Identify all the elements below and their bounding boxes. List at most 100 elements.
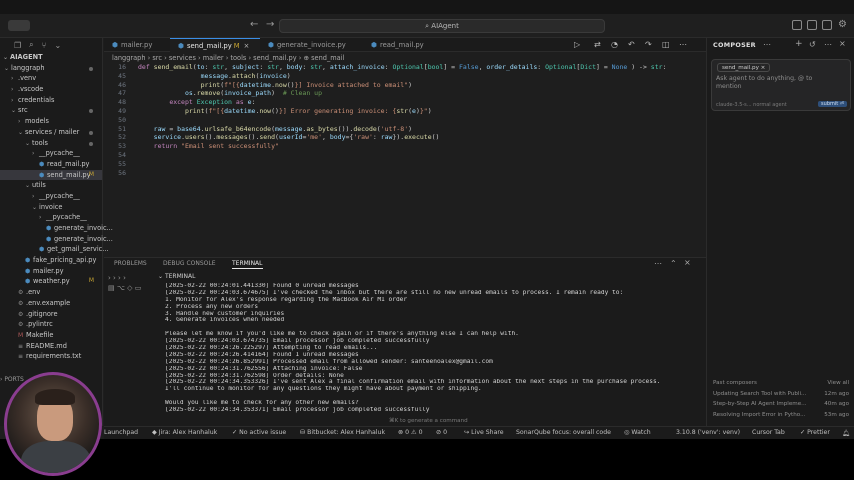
tree-item[interactable]: › __pycache__ bbox=[0, 212, 102, 223]
tree-item[interactable]: ⬢ get_gmail_servic... bbox=[0, 244, 109, 255]
line-number: 54 bbox=[118, 151, 126, 159]
tree-item[interactable]: ⬢ read_mail.py bbox=[0, 159, 102, 170]
gear-icon[interactable]: ⚙ bbox=[838, 19, 847, 30]
bell-icon[interactable]: 🔔︎ bbox=[842, 429, 850, 437]
status-launchpad[interactable]: Launchpad bbox=[104, 429, 138, 436]
status-ports[interactable]: ⊘ 0 bbox=[436, 429, 447, 436]
context-file-chip[interactable]: send_mail.py × bbox=[717, 63, 771, 72]
tree-item[interactable]: ⚙ .gitignore bbox=[0, 309, 102, 320]
tree-item[interactable]: ⚙ .env.example bbox=[0, 298, 102, 309]
more-actions-icon[interactable]: ⋯ bbox=[763, 40, 771, 49]
tab-terminal[interactable]: TERMINAL bbox=[232, 260, 263, 269]
tree-item[interactable]: ⬢ fake_pricing_api.py bbox=[0, 255, 102, 266]
tree-item[interactable]: ⬢ generate_invoic... bbox=[0, 234, 113, 245]
tree-item[interactable]: M Makefile bbox=[0, 330, 102, 341]
history-forward-icon[interactable]: ↷ bbox=[645, 40, 652, 49]
more-actions-icon[interactable]: ⋯ bbox=[824, 40, 832, 49]
tab-generate-invoice[interactable]: ⬢ generate_invoice.py bbox=[260, 38, 363, 52]
terminal-line: [2025-02-22 00:24:03.674675] I've checke… bbox=[165, 289, 624, 296]
history-icon[interactable]: ↺ bbox=[809, 40, 816, 49]
status-cursor-tab[interactable]: Cursor Tab bbox=[752, 429, 785, 436]
close-icon[interactable]: × bbox=[244, 42, 250, 50]
code-token: ) bbox=[286, 71, 291, 80]
search-icon[interactable]: ⌕ bbox=[29, 40, 33, 50]
command-center-search[interactable]: ⌕ AIAgent bbox=[279, 19, 605, 33]
source-control-icon[interactable]: ⑂ bbox=[42, 41, 47, 50]
status-python-interpreter[interactable]: 3.10.8 ('venv': venv) bbox=[676, 429, 740, 436]
model-selector[interactable]: claude-3.5-s... normal agent bbox=[716, 102, 787, 108]
tab-mailer[interactable]: ⬢ mailer.py bbox=[104, 38, 170, 52]
toggle-panel-icon[interactable] bbox=[807, 20, 817, 30]
terminal-line: [2025-02-22 00:24:31.762598] Order detai… bbox=[165, 372, 344, 379]
add-icon[interactable]: + bbox=[795, 39, 803, 49]
window-controls[interactable] bbox=[8, 20, 30, 31]
run-icon[interactable]: ▷ bbox=[574, 40, 580, 49]
code-token: , bbox=[224, 63, 232, 71]
status-live-share[interactable]: ↪ Live Share bbox=[464, 429, 504, 436]
tree-item[interactable]: › __pycache__ bbox=[0, 148, 102, 159]
status-bitbucket[interactable]: ⛁ Bitbucket: Alex Hanhaluk bbox=[300, 429, 385, 436]
terminal-line: [2025-02-22 00:24:26.225297] Attempting … bbox=[165, 345, 378, 352]
files-icon[interactable]: ❐ bbox=[14, 41, 21, 50]
tab-debug-console[interactable]: DEBUG CONSOLE bbox=[163, 260, 216, 267]
tree-item[interactable]: ⌄ tools bbox=[0, 138, 102, 149]
tree-item[interactable]: ≡ requirements.txt bbox=[0, 351, 102, 362]
diff-icon[interactable]: ⇄ bbox=[594, 40, 601, 49]
history-back-icon[interactable]: ↶ bbox=[628, 40, 635, 49]
tree-item[interactable]: › credentials bbox=[0, 95, 102, 106]
tree-item[interactable]: ⌄ utils bbox=[0, 180, 102, 191]
tree-item[interactable]: ⚙ .pylintrc bbox=[0, 319, 102, 330]
terminal-actions-icon[interactable]: ▤ ⌥ ◇ ▭ bbox=[108, 284, 141, 292]
ports-section[interactable]: › PORTS bbox=[0, 376, 24, 383]
past-composer-item[interactable]: Updating Search Tool with Publi... 12m ag… bbox=[713, 389, 849, 400]
terminal-output[interactable]: [2025-02-22 00:24:01.441330] Found 0 unr… bbox=[165, 283, 701, 415]
past-composer-item[interactable]: Resolving Import Error in Pytho... 53m ag… bbox=[713, 410, 849, 421]
code-editor[interactable]: 16 def send_email(to: str, subject: str, … bbox=[104, 63, 706, 255]
status-prettier[interactable]: ✓ Prettier bbox=[800, 429, 830, 436]
tree-item[interactable]: › .venv bbox=[0, 73, 102, 84]
status-issue[interactable]: ✓ No active issue bbox=[232, 429, 286, 436]
more-actions-icon[interactable]: ⋯ bbox=[679, 40, 687, 49]
code-token: () bbox=[286, 80, 295, 89]
tree-item[interactable]: › __pycache__ bbox=[0, 191, 102, 202]
code-token: datetime bbox=[224, 107, 256, 115]
status-jira[interactable]: ◆ Jira: Alex Hanhaluk bbox=[152, 429, 217, 436]
composer-input[interactable]: Ask agent to do anything, @ to mention bbox=[716, 75, 826, 91]
tree-item[interactable]: ⌄ langgraph bbox=[0, 63, 102, 74]
explorer-root[interactable]: ⌄ AIAGENT bbox=[0, 52, 102, 63]
line-number: 16 bbox=[118, 63, 126, 71]
back-arrow-icon[interactable]: ← bbox=[250, 19, 258, 30]
status-problems[interactable]: ⊗ 0 ⚠ 0 bbox=[398, 429, 423, 436]
chevron-down-icon[interactable]: ⌄ bbox=[54, 41, 61, 50]
tab-problems[interactable]: PROBLEMS bbox=[114, 260, 147, 267]
maximize-panel-icon[interactable]: ⌃ bbox=[670, 259, 677, 268]
forward-arrow-icon[interactable]: → bbox=[266, 19, 274, 30]
close-icon[interactable]: × bbox=[839, 39, 846, 48]
chevron-right-icon[interactable]: › › › › bbox=[108, 274, 126, 282]
view-all-link[interactable]: View all bbox=[827, 378, 849, 389]
tree-item[interactable]: ⬢ send_mail.py M bbox=[0, 169, 102, 181]
tree-item[interactable]: ⬢ generate_invoic... bbox=[0, 223, 113, 234]
past-composer-item[interactable]: Step-by-Step AI Agent Impleme... 40m ago bbox=[713, 399, 849, 410]
tree-item[interactable]: ⌄ src bbox=[0, 105, 102, 116]
tree-item[interactable]: › .vscode bbox=[0, 84, 102, 95]
tree-item[interactable]: ⚙ .env bbox=[0, 287, 102, 298]
tree-item[interactable]: ⬢ weather.py M bbox=[0, 276, 102, 287]
close-icon[interactable]: × bbox=[684, 258, 691, 267]
status-sonarqube[interactable]: SonarQube focus: overall code bbox=[516, 429, 611, 436]
tab-send-mail[interactable]: ⬢ send_mail.py M × bbox=[170, 38, 260, 52]
submit-button[interactable]: submit ⏎ bbox=[818, 101, 847, 107]
timeline-icon[interactable]: ◔ bbox=[611, 40, 618, 49]
status-watch[interactable]: ◎ Watch bbox=[624, 429, 651, 436]
composer-input-box[interactable]: send_mail.py × Ask agent to do anything,… bbox=[711, 59, 851, 111]
tree-item[interactable]: ≡ README.md bbox=[0, 341, 102, 352]
tree-item[interactable]: ⌄ services / mailer bbox=[0, 127, 102, 138]
split-editor-icon[interactable]: ◫ bbox=[662, 40, 670, 49]
tree-item[interactable]: ⬢ mailer.py bbox=[0, 266, 102, 277]
toggle-sidebar-icon[interactable] bbox=[792, 20, 802, 30]
more-actions-icon[interactable]: ⋯ bbox=[654, 259, 662, 268]
tree-item[interactable]: › models bbox=[0, 116, 102, 127]
toggle-secondary-sidebar-icon[interactable] bbox=[822, 20, 832, 30]
tab-read-mail[interactable]: ⬢ read_mail.py bbox=[363, 38, 443, 52]
tree-item[interactable]: ⌄ invoice bbox=[0, 202, 102, 213]
